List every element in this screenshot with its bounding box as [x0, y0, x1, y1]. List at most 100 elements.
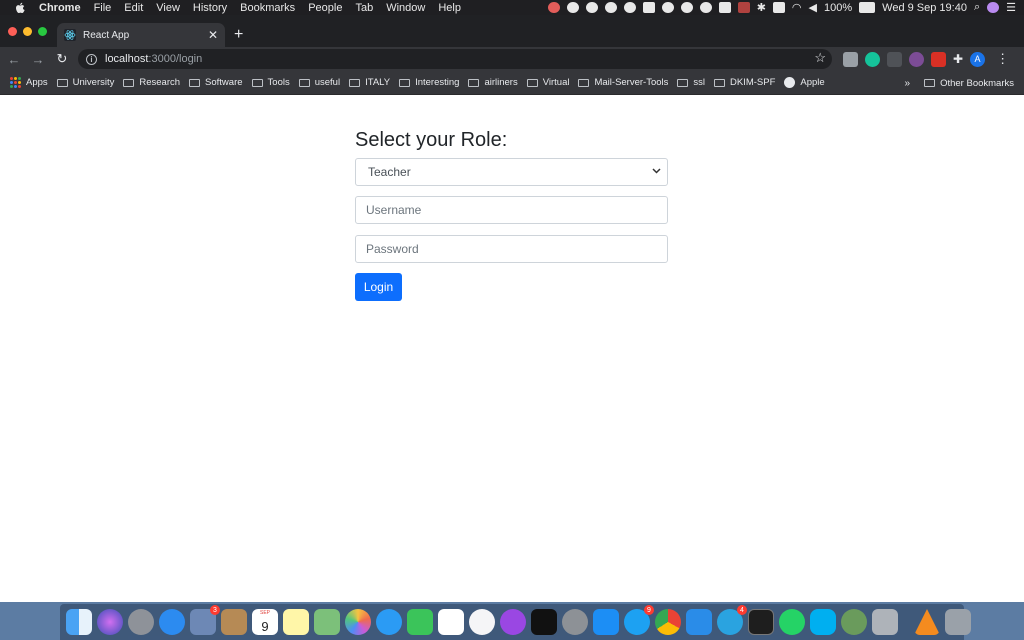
finder-icon[interactable] — [66, 609, 92, 635]
role-select[interactable]: Teacher — [355, 158, 668, 186]
contacts-icon[interactable] — [221, 609, 247, 635]
minimize-window-icon[interactable] — [23, 27, 32, 36]
bookmark-folder[interactable]: Research — [123, 77, 180, 88]
system-app-icon[interactable]: 3 — [190, 605, 220, 635]
reload-icon[interactable]: ↻ — [52, 51, 72, 67]
password-input[interactable]: Password — [355, 235, 668, 263]
username-input[interactable]: Username — [355, 196, 668, 224]
bookmark-star-icon[interactable]: ☆ — [814, 50, 826, 66]
menu-people[interactable]: People — [308, 2, 342, 14]
tray-app-icon[interactable] — [661, 2, 674, 13]
forward-icon[interactable]: → — [28, 52, 48, 67]
close-tab-icon[interactable]: ✕ — [208, 28, 218, 42]
tab-react-app[interactable]: React App ✕ — [57, 23, 225, 47]
menu-history[interactable]: History — [193, 2, 227, 14]
calendar-icon[interactable]: SEP 9 — [252, 609, 278, 635]
wifi-icon[interactable]: ◠ — [792, 1, 802, 14]
bookmark-folder[interactable]: useful — [298, 77, 340, 88]
chrome-icon[interactable] — [655, 609, 681, 635]
volume-icon[interactable]: ◀ — [809, 1, 817, 14]
grammarly-extension-icon[interactable] — [865, 51, 880, 67]
skype-icon[interactable] — [810, 609, 836, 635]
bluetooth-icon[interactable]: ✱ — [757, 1, 766, 14]
menu-file[interactable]: File — [94, 2, 112, 14]
bookmark-apps[interactable]: Apps — [10, 77, 48, 88]
apple-tv-icon[interactable] — [531, 609, 557, 635]
vscode-icon[interactable] — [686, 609, 712, 635]
tray-app-icon[interactable] — [547, 2, 560, 13]
menu-view[interactable]: View — [156, 2, 180, 14]
podcasts-icon[interactable] — [500, 609, 526, 635]
apple-menu-icon[interactable] — [13, 1, 27, 15]
clock[interactable]: Wed 9 Sep 19:40 — [882, 2, 967, 14]
notes-icon[interactable] — [283, 609, 309, 635]
vlc-icon[interactable] — [914, 609, 940, 635]
bookmark-folder[interactable]: ITALY — [349, 77, 390, 88]
launchpad-icon[interactable] — [128, 609, 154, 635]
bookmark-folder[interactable]: Software — [189, 77, 243, 88]
bookmark-folder[interactable]: Tools — [251, 77, 290, 88]
bookmark-folder[interactable]: ssl — [677, 77, 705, 88]
menu-bookmarks[interactable]: Bookmarks — [240, 2, 295, 14]
new-tab-icon[interactable]: + — [234, 26, 243, 44]
safari-icon[interactable] — [159, 609, 185, 635]
tray-app-icon[interactable] — [680, 2, 693, 13]
system-preferences-icon[interactable] — [562, 609, 588, 635]
terminal-icon[interactable] — [748, 609, 774, 635]
trash-icon[interactable] — [945, 609, 971, 635]
battery-icon[interactable] — [859, 2, 876, 13]
siri-icon[interactable] — [987, 2, 1000, 13]
siri-icon[interactable] — [97, 609, 123, 635]
telegram-icon[interactable]: 4 — [717, 605, 747, 635]
extensions-puzzle-icon[interactable]: ✚ — [953, 52, 963, 66]
docker-icon[interactable] — [585, 2, 598, 13]
menu-window[interactable]: Window — [386, 2, 425, 14]
other-bookmarks[interactable]: Other Bookmarks — [924, 78, 1014, 89]
battery-percent[interactable]: 100% — [824, 2, 852, 14]
browser-menu-icon[interactable]: ⋮ — [996, 51, 1009, 67]
reminders-icon[interactable] — [438, 609, 464, 635]
bookmark-folder[interactable]: Mail-Server-Tools — [578, 77, 668, 88]
maps-icon[interactable] — [314, 609, 340, 635]
tray-app-icon[interactable] — [642, 2, 655, 13]
bookmark-folder[interactable]: airliners — [468, 77, 518, 88]
spotlight-search-icon[interactable]: ⌕ — [974, 1, 980, 14]
maximize-window-icon[interactable] — [38, 27, 47, 36]
music-icon[interactable] — [469, 609, 495, 635]
network-utility-icon[interactable] — [841, 609, 867, 635]
tray-app-icon[interactable] — [718, 2, 731, 13]
grammarly-tray-icon[interactable] — [699, 2, 712, 13]
check-icon[interactable] — [623, 2, 636, 13]
tray-app-icon[interactable] — [604, 2, 617, 13]
bookmark-folder[interactable]: DKIM-SPF — [714, 77, 775, 88]
database-icon[interactable] — [872, 609, 898, 635]
extension-icon[interactable] — [931, 51, 946, 67]
extension-icon[interactable] — [887, 51, 902, 67]
keyboard-icon[interactable] — [772, 2, 785, 13]
whatsapp-icon[interactable] — [779, 609, 805, 635]
bookmark-folder[interactable]: University — [56, 77, 114, 88]
bookmark-apple[interactable]: Apple — [784, 77, 825, 88]
extension-mail-icon[interactable] — [843, 51, 858, 67]
bookmarks-overflow-icon[interactable]: » — [905, 78, 911, 89]
tray-app-icon[interactable] — [566, 2, 579, 13]
login-button[interactable]: Login — [355, 273, 402, 301]
app-store-icon[interactable] — [593, 609, 619, 635]
extension-icon[interactable] — [909, 51, 924, 67]
twitter-icon[interactable]: 9 — [624, 605, 654, 635]
menubar-app-name[interactable]: Chrome — [39, 2, 81, 14]
bookmark-folder[interactable]: Virtual — [526, 77, 569, 88]
address-bar[interactable]: i localhost:3000/login ☆ — [78, 49, 832, 69]
menu-help[interactable]: Help — [438, 2, 461, 14]
messages-icon[interactable] — [376, 609, 402, 635]
bookmark-folder[interactable]: Interesting — [399, 77, 459, 88]
photos-icon[interactable] — [345, 609, 371, 635]
back-icon[interactable]: ← — [4, 52, 24, 67]
close-window-icon[interactable] — [8, 27, 17, 36]
facetime-icon[interactable] — [407, 609, 433, 635]
menu-edit[interactable]: Edit — [124, 2, 143, 14]
flag-us-icon[interactable] — [737, 2, 750, 13]
site-info-icon[interactable]: i — [86, 53, 97, 65]
menu-tab[interactable]: Tab — [355, 2, 373, 14]
profile-avatar[interactable]: A — [970, 51, 986, 67]
